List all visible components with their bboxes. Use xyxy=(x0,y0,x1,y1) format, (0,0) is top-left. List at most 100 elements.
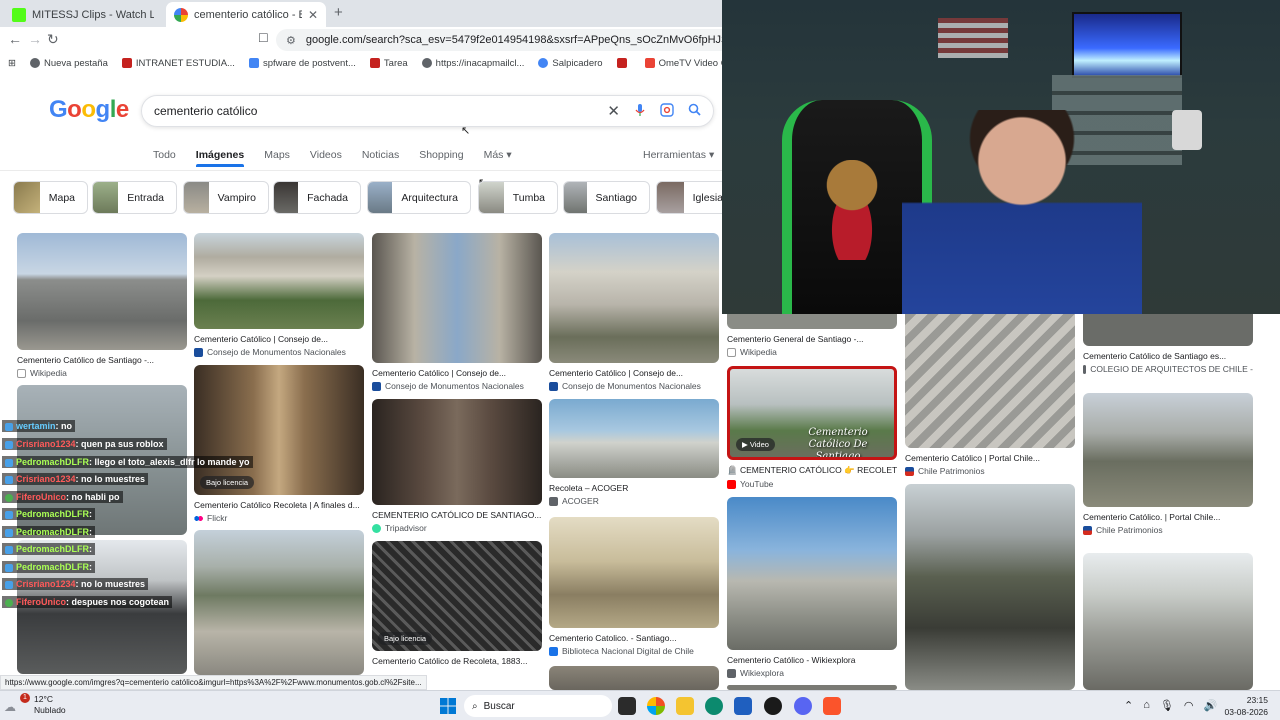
tab-maps[interactable]: Maps xyxy=(264,149,290,161)
result-thumbnail[interactable] xyxy=(1083,314,1253,346)
result-caption[interactable]: Cementerio Católico | Consejo de... xyxy=(549,368,719,378)
tab-mas[interactable]: Más ▾ xyxy=(484,149,512,161)
chip-iglesia[interactable]: Iglesia xyxy=(656,181,722,214)
bookmark-item[interactable] xyxy=(616,58,631,68)
bookmark-item[interactable]: Tarea xyxy=(369,58,408,69)
image-result[interactable]: Cementerio Católico. | Portal Chile... C… xyxy=(1083,393,1253,535)
close-tab-icon[interactable]: ✕ xyxy=(308,8,318,22)
image-result[interactable]: Cementerio Católico - Wikiexplora Wikiex… xyxy=(727,497,897,678)
result-thumbnail[interactable] xyxy=(1083,553,1253,690)
result-caption[interactable]: Cementerio Católico de Recoleta, 1883... xyxy=(372,656,542,666)
image-result[interactable] xyxy=(549,666,719,690)
result-source[interactable]: Chile Patrimonios xyxy=(1083,525,1253,535)
image-result[interactable]: Recoleta – ACOGER ACOGER xyxy=(549,399,719,506)
result-thumbnail[interactable] xyxy=(549,666,719,690)
tab-google[interactable]: cementerio católico - Buscar cor ✕ xyxy=(166,2,326,27)
result-thumbnail[interactable]: ▶ Video Cementerio Católico De Santiago xyxy=(727,366,897,460)
result-caption[interactable]: Cementerio Católico de Santiago es... xyxy=(1083,351,1253,361)
result-source[interactable]: Consejo de Monumentos Nacionales xyxy=(194,347,364,357)
result-source[interactable]: Tripadvisor xyxy=(372,523,542,533)
image-result[interactable] xyxy=(905,484,1075,690)
result-caption[interactable]: Cementerio Católico. | Portal Chile... xyxy=(1083,512,1253,522)
image-result[interactable]: Bajo licencia Cementerio Católico de Rec… xyxy=(372,541,542,666)
image-result[interactable]: Cementerio Católico | Consejo de... Cons… xyxy=(372,233,542,391)
chip-arquitectura[interactable]: Arquitectura xyxy=(367,181,471,214)
result-thumbnail[interactable] xyxy=(1083,393,1253,507)
chip-vampiro[interactable]: Vampiro xyxy=(183,181,269,214)
tab-videos[interactable]: Videos xyxy=(310,149,342,161)
result-caption[interactable]: Cementerio Católico - Wikiexplora xyxy=(727,655,897,665)
lens-icon[interactable] xyxy=(660,102,674,120)
image-result[interactable]: Cementerio Católico de Santiago -... Wik… xyxy=(17,233,187,378)
result-caption[interactable]: Recoleta – ACOGER xyxy=(549,483,719,493)
video-result[interactable]: ▶ Video Cementerio Católico De Santiago … xyxy=(727,366,897,489)
site-info-icon[interactable]: ⚙ xyxy=(286,34,296,47)
chip-entrada[interactable]: Entrada xyxy=(92,181,177,214)
result-caption[interactable]: CEMENTERIO CATÓLICO DE SANTIAGO.... xyxy=(372,510,542,520)
result-thumbnail[interactable] xyxy=(549,233,719,363)
edge-icon[interactable] xyxy=(705,697,723,715)
result-thumbnail[interactable] xyxy=(194,233,364,329)
result-caption[interactable]: Cementerio Católico | Portal Chile... xyxy=(905,453,1075,463)
image-result[interactable]: Cementerio Catolico. - Santiago... Bibli… xyxy=(549,517,719,656)
result-caption[interactable]: Cementerio Católico | Consejo de... xyxy=(372,368,542,378)
image-result[interactable]: Cementerio Católico | Portal Chile... Ch… xyxy=(905,314,1075,476)
bookmark-item[interactable]: Salpicadero xyxy=(538,58,603,69)
bookmark-item[interactable]: spfware de postvent... xyxy=(248,58,356,69)
new-tab-button[interactable]: + xyxy=(334,4,343,21)
search-input[interactable]: cementerio católico ✕ xyxy=(141,95,714,127)
result-caption[interactable]: Cementerio Catolico. - Santiago... xyxy=(549,633,719,643)
image-result[interactable]: Cementerio Católico de Santiago es... CO… xyxy=(1083,314,1253,374)
volume-icon[interactable]: 🔊 xyxy=(1203,699,1217,712)
start-button[interactable] xyxy=(440,698,456,714)
tools-button[interactable]: Herramientas ▾ xyxy=(643,149,714,161)
weather-widget[interactable]: 12°C Nublado xyxy=(22,694,66,716)
forward-icon[interactable]: → xyxy=(28,31,42,47)
tab-todo[interactable]: Todo xyxy=(153,149,176,161)
discord-icon[interactable] xyxy=(794,697,812,715)
image-result[interactable]: Cementerio Católico | Consejo de... Cons… xyxy=(549,233,719,391)
apps-icon[interactable]: ⊞ xyxy=(8,58,16,69)
result-source[interactable]: Wikipedia xyxy=(17,368,187,378)
bookmark-item[interactable]: OmeTV Video Chat... xyxy=(644,58,722,69)
result-thumbnail[interactable] xyxy=(17,233,187,350)
result-thumbnail[interactable] xyxy=(905,314,1075,448)
result-caption[interactable]: Cementerio Católico | Consejo de... xyxy=(194,334,364,344)
result-thumbnail[interactable]: Bajo licencia xyxy=(372,541,542,651)
clear-icon[interactable]: ✕ xyxy=(607,102,620,120)
bookmark-item[interactable]: Nueva pestaña xyxy=(29,58,108,69)
result-source[interactable]: Consejo de Monumentos Nacionales xyxy=(549,381,719,391)
chip-mapa[interactable]: Mapa xyxy=(13,181,88,214)
taskbar-search[interactable]: ⌕ Buscar xyxy=(464,695,612,717)
google-logo[interactable]: Google xyxy=(49,96,129,124)
network-icon[interactable]: ⌂ xyxy=(1143,699,1150,712)
result-caption[interactable]: 🪦 CEMENTERIO CATÓLICO 👉 RECOLET... xyxy=(727,465,897,476)
result-thumbnail[interactable] xyxy=(372,233,542,363)
result-source[interactable]: YouTube xyxy=(727,479,897,489)
wifi-icon[interactable]: ◠ xyxy=(1184,699,1194,712)
reload-icon[interactable]: ↻ xyxy=(47,31,59,48)
chip-tumba[interactable]: Tumba xyxy=(478,181,558,214)
image-result[interactable]: Cementerio General de Santiago -... Wiki… xyxy=(727,314,897,357)
tab-shopping[interactable]: Shopping xyxy=(419,149,463,161)
tab-kick[interactable]: MITESSJ Clips - Watch Live on Ki xyxy=(4,2,162,27)
image-result[interactable]: CEMENTERIO CATÓLICO DE SANTIAGO.... Trip… xyxy=(372,399,542,533)
result-source[interactable]: Biblioteca Nacional Digital de Chile xyxy=(549,646,719,656)
chip-fachada[interactable]: Fachada xyxy=(273,181,361,214)
result-thumbnail[interactable] xyxy=(905,484,1075,690)
store-icon[interactable] xyxy=(734,697,752,715)
bookmark-item[interactable]: https://inacapmailcl... xyxy=(421,58,524,69)
result-caption[interactable]: Cementerio Católico de Santiago -... xyxy=(17,355,187,365)
bookmark-item[interactable]: INTRANET ESTUDIA... xyxy=(121,58,235,69)
brave-icon[interactable] xyxy=(823,697,841,715)
search-icon[interactable] xyxy=(688,103,701,119)
result-source[interactable]: Consejo de Monumentos Nacionales xyxy=(372,381,542,391)
result-source[interactable]: ACOGER xyxy=(549,496,719,506)
image-result[interactable] xyxy=(1083,553,1253,690)
file-explorer-icon[interactable] xyxy=(676,697,694,715)
result-source[interactable]: Chile Patrimonios xyxy=(905,466,1075,476)
chevron-up-icon[interactable]: ⌃ xyxy=(1124,699,1133,712)
bookmark-star-icon[interactable]: ☐ xyxy=(258,31,269,45)
obs-icon[interactable] xyxy=(764,697,782,715)
result-thumbnail[interactable] xyxy=(372,399,542,505)
